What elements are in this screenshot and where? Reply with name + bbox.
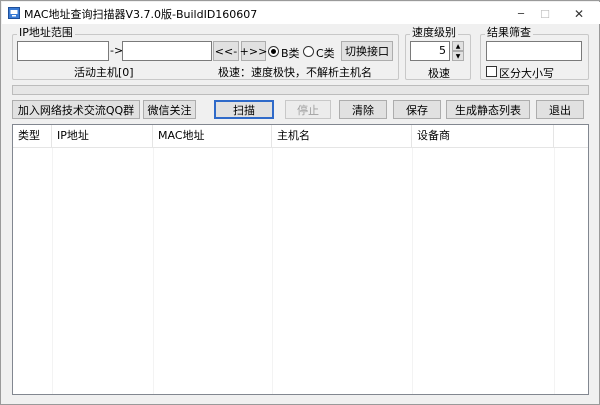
column-mac[interactable]: MAC地址 bbox=[153, 125, 272, 147]
class-c-label: C类 bbox=[316, 47, 335, 60]
case-sensitive-label: 区分大小写 bbox=[499, 67, 554, 80]
exit-button[interactable]: 退出 bbox=[536, 100, 584, 119]
close-icon: ✕ bbox=[573, 7, 585, 21]
speed-level-input[interactable]: 5 bbox=[410, 41, 450, 61]
class-b-radio[interactable] bbox=[268, 46, 279, 57]
qq-group-button[interactable]: 加入网络技术交流QQ群 bbox=[12, 100, 140, 119]
prev-range-button[interactable]: <<- bbox=[213, 41, 239, 61]
column-divider bbox=[412, 148, 413, 394]
static-list-button[interactable]: 生成静态列表 bbox=[446, 100, 530, 119]
column-divider bbox=[52, 148, 53, 394]
class-b-label: B类 bbox=[281, 47, 300, 60]
column-divider bbox=[554, 148, 555, 394]
case-sensitive-checkbox[interactable] bbox=[486, 66, 497, 77]
table-header: 类型 IP地址 MAC地址 主机名 设备商 bbox=[13, 125, 588, 148]
title-bar: MAC地址查询扫描器V3.7.0版-BuildID160607 ─ ☐ ✕ bbox=[2, 2, 600, 24]
scan-progress-bar bbox=[12, 85, 589, 95]
column-divider bbox=[153, 148, 154, 394]
start-ip-input[interactable] bbox=[17, 41, 109, 61]
ip-range-group-label: IP地址范围 bbox=[17, 26, 75, 39]
window-title: MAC地址查询扫描器V3.7.0版-BuildID160607 bbox=[24, 8, 258, 21]
clear-button[interactable]: 清除 bbox=[339, 100, 387, 119]
speed-group-label: 速度级别 bbox=[410, 26, 458, 39]
speed-down-button[interactable]: ▼ bbox=[452, 51, 464, 61]
app-window: MAC地址查询扫描器V3.7.0版-BuildID160607 ─ ☐ ✕ IP… bbox=[0, 0, 600, 405]
speed-up-button[interactable]: ▲ bbox=[452, 41, 464, 51]
end-ip-input[interactable] bbox=[122, 41, 212, 61]
results-table[interactable]: 类型 IP地址 MAC地址 主机名 设备商 bbox=[12, 124, 589, 395]
minimize-icon: ─ bbox=[517, 8, 525, 20]
filter-input[interactable] bbox=[486, 41, 582, 61]
column-type[interactable]: 类型 bbox=[13, 125, 52, 147]
column-hostname[interactable]: 主机名 bbox=[272, 125, 412, 147]
close-button[interactable]: ✕ bbox=[559, 3, 599, 25]
arrow-down-icon: ▼ bbox=[455, 52, 461, 60]
maximize-icon: ☐ bbox=[540, 7, 550, 21]
speed-description: 极速：速度极快，不解析主机名 bbox=[218, 66, 372, 79]
stop-button[interactable]: 停止 bbox=[285, 100, 331, 119]
save-button[interactable]: 保存 bbox=[393, 100, 441, 119]
wechat-follow-button[interactable]: 微信关注 bbox=[143, 100, 196, 119]
scan-button[interactable]: 扫描 bbox=[214, 100, 274, 119]
app-icon bbox=[8, 7, 20, 19]
active-hosts-label: 活动主机[0] bbox=[74, 66, 134, 79]
class-c-radio[interactable] bbox=[303, 46, 314, 57]
speed-level-label: 极速 bbox=[428, 67, 450, 80]
column-ip[interactable]: IP地址 bbox=[52, 125, 153, 147]
next-range-button[interactable]: +>> bbox=[240, 41, 267, 61]
arrow-up-icon: ▲ bbox=[455, 42, 461, 50]
column-vendor[interactable]: 设备商 bbox=[412, 125, 554, 147]
switch-interface-button[interactable]: 切换接口 bbox=[341, 41, 393, 61]
column-divider bbox=[272, 148, 273, 394]
filter-group-label: 结果筛查 bbox=[485, 26, 533, 39]
